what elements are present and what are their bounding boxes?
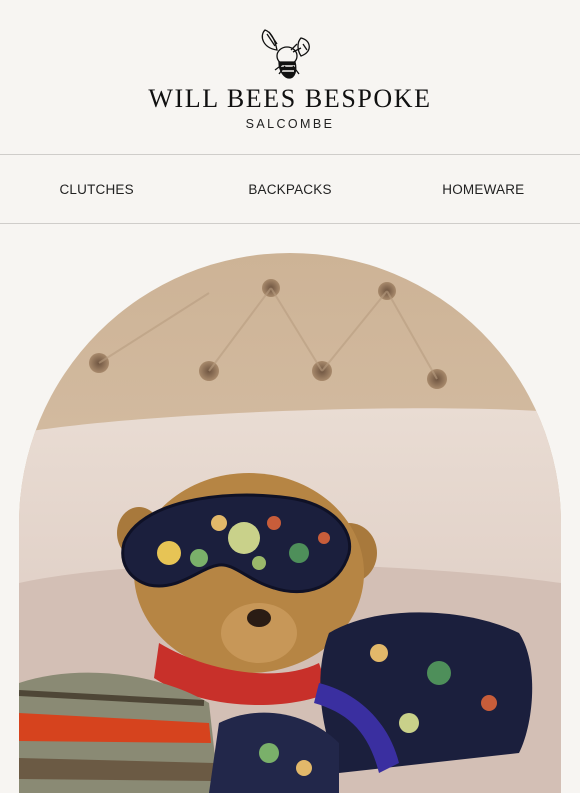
hero-section [0, 224, 580, 793]
nav-item-homeware[interactable]: HOMEWARE [387, 182, 580, 197]
brand-location: SALCOMBE [245, 117, 335, 131]
site-header: WILL BEES BESPOKE SALCOMBE [0, 0, 580, 155]
category-nav: CLUTCHES BACKPACKS HOMEWARE [0, 155, 580, 224]
hero-image[interactable] [19, 253, 561, 793]
nav-item-clutches[interactable]: CLUTCHES [0, 182, 193, 197]
bee-icon[interactable] [257, 22, 315, 82]
brand-name[interactable]: WILL BEES BESPOKE [0, 84, 580, 114]
nav-item-backpacks[interactable]: BACKPACKS [193, 182, 386, 197]
